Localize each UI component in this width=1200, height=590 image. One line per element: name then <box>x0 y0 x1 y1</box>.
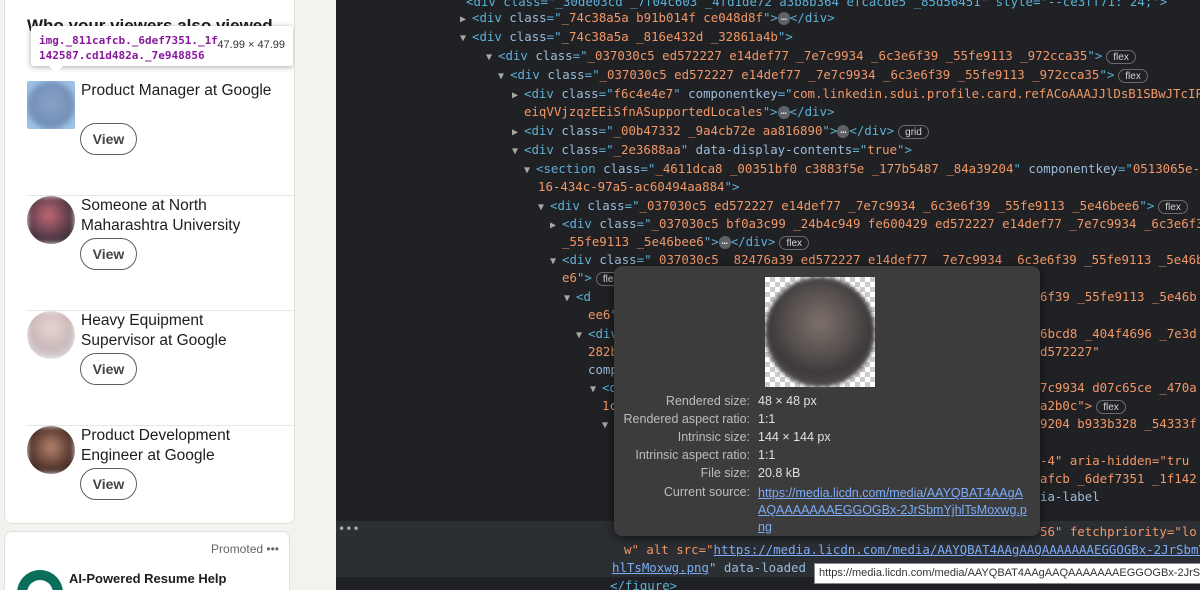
element-name: img._811cafcb._6def7351._1f142587.cd1d48… <box>39 34 218 62</box>
collapse-arrow-icon: ▼ <box>498 71 505 82</box>
dom-node[interactable]: ▼ <div class="_037030c5 ed572227 e14def77… <box>486 46 1136 66</box>
view-button[interactable]: View <box>80 353 137 385</box>
src-link[interactable]: https://media.licdn.com/media/AAYQBAT4AA… <box>714 542 1200 557</box>
flex-badge: flex <box>1096 399 1126 414</box>
url-hover-tooltip: https://media.licdn.com/media/AAYQBAT4AA… <box>814 563 1200 584</box>
dom-node[interactable]: ▶ <div class="_00b47332 _9a4cb72e aa81689… <box>512 121 929 141</box>
dom-node[interactable]: ▼ <box>602 414 614 434</box>
dom-node[interactable]: ▼ <div <box>576 324 618 344</box>
dom-node-fragment: 6bcd8 _404f4696 _7e3d <box>1040 326 1197 341</box>
tooltip-row: Intrinsic aspect ratio: 1:1 <box>635 448 776 462</box>
dom-node[interactable]: ▼ <div class="_037030c5 ed572227 e14def77… <box>498 65 1148 85</box>
ellipsis-badge: … <box>777 106 790 119</box>
current-source-link[interactable]: https://media.licdn.com/media/AAYQBAT4AA… <box>758 485 1028 536</box>
avatar[interactable] <box>27 81 75 129</box>
dom-node-continued: 16-434c-97a5-ac60494aa884"> <box>538 179 740 194</box>
expand-arrow-icon: ▶ <box>550 220 557 231</box>
element-size: 47.99 × 47.99 <box>217 39 285 51</box>
dom-node-continued: eiqVVjzqzEEiSfnASupportedLocales">… </div… <box>524 104 835 119</box>
view-button[interactable]: View <box>80 238 137 270</box>
ellipsis-badge: … <box>777 12 790 25</box>
promoted-card[interactable]: Promoted ••• AI-Powered Resume Help <box>4 531 290 590</box>
flex-badge: flex <box>779 235 810 250</box>
tooltip-row: Intrinsic size: 144 × 144 px <box>677 430 831 444</box>
viewers-also-viewed-card: Who your viewers also viewed Product Man… <box>4 0 295 524</box>
dom-node-fragment: afcb _6def7351 _1f142 <box>1040 471 1197 486</box>
promoted-label: Promoted ••• <box>211 542 279 556</box>
view-button[interactable]: View <box>80 123 137 155</box>
avatar[interactable] <box>27 311 75 359</box>
dom-node[interactable]: ▼ <d <box>590 378 617 398</box>
list-item: Product Manager at Google View <box>5 81 294 196</box>
dom-node-continued: _55fe9113 _5e46bee6">… </div> flex <box>562 232 810 252</box>
collapse-arrow-icon: ▼ <box>512 146 519 157</box>
dom-node-fragment: a2b0c"> flex <box>1040 396 1126 416</box>
flex-badge: flex <box>1158 199 1188 214</box>
person-title[interactable]: Someone at North Maharashtra University <box>81 196 281 236</box>
element-hover-tooltip: img._811cafcb._6def7351._1f142587.cd1d48… <box>31 26 293 66</box>
ellipsis-badge: … <box>837 125 850 138</box>
more-icon[interactable]: ••• <box>266 542 279 556</box>
dom-node[interactable]: ▼ <div class="_037030c5 ed572227 e14def77… <box>538 196 1188 216</box>
collapse-arrow-icon: ▼ <box>564 293 571 304</box>
linkedin-panel: Who your viewers also viewed Product Man… <box>0 0 336 590</box>
collapse-arrow-icon: ▼ <box>550 256 557 267</box>
collapse-arrow-icon: ▼ <box>486 52 493 63</box>
list-item: Someone at North Maharashtra University … <box>5 196 294 311</box>
collapse-arrow-icon: ▼ <box>524 165 531 176</box>
dom-node-fragment: 56" fetchpriority="lo <box>1040 524 1197 539</box>
list-item: Product Development Engineer at Google V… <box>5 426 294 523</box>
more-icon[interactable]: ••• <box>338 522 360 536</box>
promo-title[interactable]: AI-Powered Resume Help <box>69 571 227 586</box>
dom-node[interactable]: ▼ <section class="_4611dca8 _00351bf0 c38… <box>524 159 1200 179</box>
dom-node[interactable]: ▼ <d <box>564 287 591 307</box>
list-item: Heavy Equipment Supervisor at Google Vie… <box>5 311 294 426</box>
tooltip-row: File size: 20.8 kB <box>700 466 801 480</box>
dom-node[interactable]: </figure> <box>610 576 677 590</box>
dom-node-fragment: 6f39 _55fe9113 _5e46b <box>1040 289 1197 304</box>
tooltip-row: Rendered aspect ratio: 1:1 <box>623 412 776 426</box>
img-node-continued[interactable]: hlTsMoxwg.png" data-loaded <box>612 558 806 578</box>
flex-badge: flex <box>1118 68 1148 83</box>
dom-node[interactable]: ▼ <div class="_2e3688aa" data-display-con… <box>512 140 912 160</box>
dom-node-fragment: -4" aria-hidden="tru <box>1040 453 1190 468</box>
tooltip-row: Rendered size: 48 × 48 px <box>665 394 817 408</box>
tooltip-arrow <box>49 66 63 73</box>
avatar[interactable] <box>27 196 75 244</box>
dom-node-fragment: 9204 b933b328 _54333f <box>1040 416 1197 431</box>
view-button[interactable]: View <box>80 468 137 500</box>
dom-node[interactable]: ▼ <div class="_74c38a5a _816e432d _32861a… <box>460 27 793 47</box>
dom-node[interactable]: ▶ <div class="_037030c5 bf0a3c99 _24b4c94… <box>550 214 1200 234</box>
collapse-arrow-icon: ▼ <box>590 384 597 395</box>
grid-badge: grid <box>898 124 929 139</box>
flex-badge: flex <box>1106 49 1136 64</box>
collapse-arrow-icon: ▼ <box>576 330 583 341</box>
dom-node[interactable]: ▶ <div class="f6c4e4e7" componentkey="com… <box>512 84 1200 104</box>
image-preview-tooltip: Rendered size: 48 × 48 px Rendered aspect… <box>614 266 1040 536</box>
dom-node-fragment: d572227" <box>1040 344 1100 359</box>
person-title[interactable]: Product Manager at Google <box>81 81 281 101</box>
dom-node[interactable]: ▶ <div class="_74c38a5a b91b014f ce048d8f… <box>460 8 835 28</box>
collapse-arrow-icon: ▼ <box>460 33 467 44</box>
img-node-src[interactable]: w" alt src="https://media.licdn.com/medi… <box>624 540 1200 560</box>
collapse-arrow-icon: ▼ <box>538 202 545 213</box>
dom-node-fragment: 7c9934 d07c65ce _470a <box>1040 380 1197 395</box>
person-title[interactable]: Heavy Equipment Supervisor at Google <box>81 311 281 351</box>
ellipsis-badge: … <box>718 236 731 249</box>
person-title[interactable]: Product Development Engineer at Google <box>81 426 281 466</box>
avatar[interactable] <box>27 426 75 474</box>
collapse-arrow-icon: ▼ <box>602 420 609 431</box>
expand-arrow-icon: ▶ <box>512 90 519 101</box>
dom-node-fragment: ia-label <box>1040 489 1100 504</box>
src-link[interactable]: hlTsMoxwg.png <box>612 560 709 575</box>
promo-logo <box>17 570 63 590</box>
image-preview <box>765 277 875 387</box>
